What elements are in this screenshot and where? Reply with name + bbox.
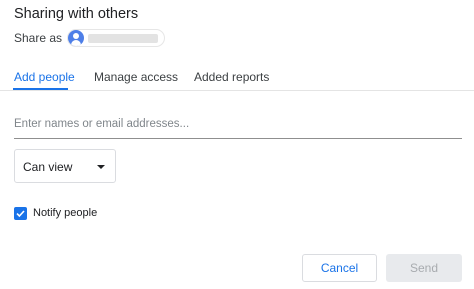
send-button[interactable]: Send — [386, 254, 462, 282]
email-input[interactable] — [14, 112, 462, 139]
tab-manage-access[interactable]: Manage access — [94, 70, 178, 84]
cancel-button[interactable]: Cancel — [302, 254, 377, 282]
tab-add-people[interactable]: Add people — [14, 70, 75, 84]
notify-label: Notify people — [33, 207, 98, 219]
active-tab-indicator — [13, 88, 68, 90]
caret-down-icon — [97, 165, 105, 169]
checkmark-icon — [16, 209, 25, 217]
redacted-account-name — [88, 34, 159, 43]
role-select-value: Can view — [23, 160, 73, 174]
notify-people-option[interactable]: Notify people — [14, 206, 97, 220]
tab-added-reports[interactable]: Added reports — [194, 70, 269, 84]
share-as-label: Share as — [14, 31, 63, 45]
tab-bar: Add people Manage access Added reports — [0, 64, 474, 91]
notify-checkbox[interactable] — [14, 206, 27, 220]
account-avatar-icon — [68, 30, 85, 46]
share-as-row: Share as — [14, 29, 166, 47]
dialog-title: Sharing with others — [14, 6, 139, 22]
account-chip[interactable] — [67, 29, 166, 47]
role-select[interactable]: Can view — [14, 149, 116, 183]
